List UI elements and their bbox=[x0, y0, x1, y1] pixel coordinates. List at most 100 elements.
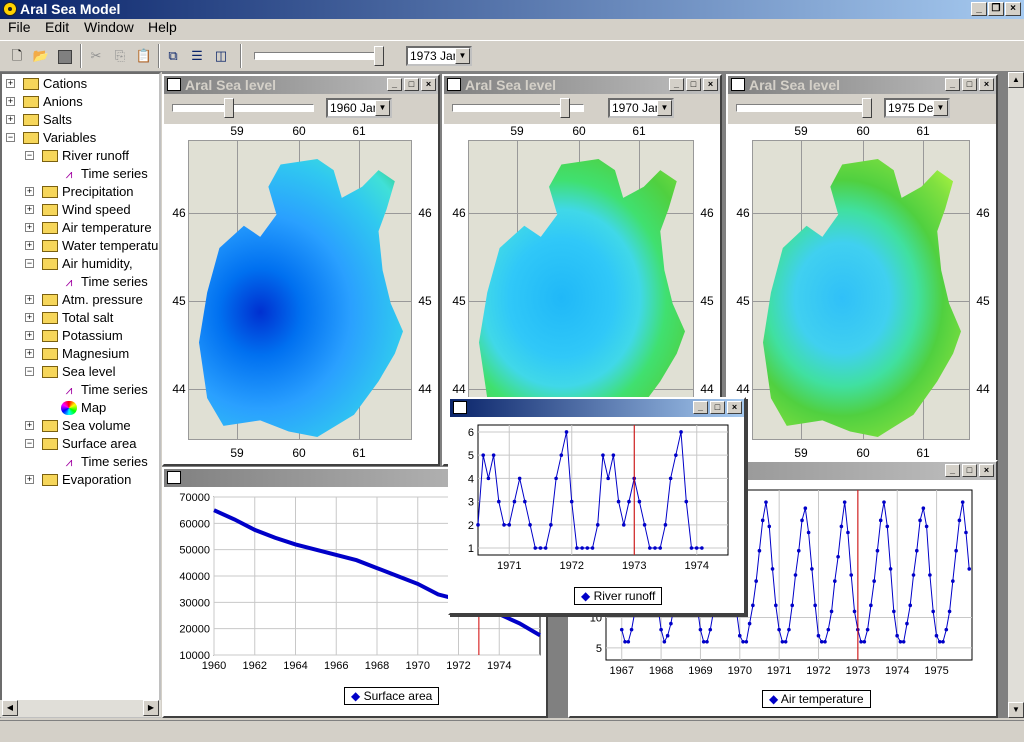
maximize-icon[interactable]: □ bbox=[710, 401, 725, 414]
expand-icon[interactable]: + bbox=[25, 421, 34, 430]
expand-icon[interactable]: + bbox=[6, 115, 15, 124]
window-titlebar[interactable]: _ □ × bbox=[450, 399, 744, 417]
scroll-down-icon[interactable]: ▼ bbox=[1008, 702, 1024, 718]
close-icon[interactable]: × bbox=[979, 464, 994, 477]
chevron-down-icon[interactable]: ▼ bbox=[933, 100, 948, 116]
tree-node-time-series[interactable]: ⩘ Time series bbox=[2, 273, 159, 291]
tree-node-anions[interactable]: + Anions bbox=[2, 93, 159, 111]
scroll-left-icon[interactable]: ◀ bbox=[2, 700, 18, 716]
minimize-icon[interactable]: _ bbox=[693, 401, 708, 414]
tree-node-precipitation[interactable]: + Precipitation bbox=[2, 183, 159, 201]
minimize-icon[interactable]: _ bbox=[945, 464, 960, 477]
window-titlebar[interactable]: Aral Sea level _ □ × bbox=[728, 76, 996, 94]
window-titlebar[interactable]: Aral Sea level _ □ × bbox=[164, 76, 438, 94]
expand-icon[interactable]: + bbox=[6, 79, 15, 88]
chevron-down-icon[interactable]: ▼ bbox=[375, 100, 390, 116]
cascade-windows-icon[interactable]: ⧉ bbox=[162, 45, 184, 67]
close-icon[interactable]: × bbox=[727, 401, 742, 414]
tree-node-time-series[interactable]: ⩘ Time series bbox=[2, 453, 159, 471]
expand-icon[interactable]: + bbox=[25, 205, 34, 214]
minimize-button[interactable]: _ bbox=[971, 2, 987, 16]
copy-icon[interactable]: ⎘ bbox=[109, 45, 131, 67]
tree-node-atm-pressure[interactable]: + Atm. pressure bbox=[2, 291, 159, 309]
time-select[interactable]: 1973 Jan ▼ bbox=[406, 46, 472, 66]
expand-icon[interactable]: + bbox=[25, 313, 34, 322]
chevron-down-icon[interactable]: ▼ bbox=[657, 100, 672, 116]
maximize-icon[interactable]: □ bbox=[404, 78, 419, 91]
tree-node-cations[interactable]: + Cations bbox=[2, 75, 159, 93]
tree-node-time-series[interactable]: ⩘ Time series bbox=[2, 381, 159, 399]
map-date-select[interactable]: 1970 Jan ▼ bbox=[608, 98, 674, 118]
time-slider[interactable] bbox=[254, 46, 390, 66]
minimize-icon[interactable]: _ bbox=[669, 78, 684, 91]
collapse-icon[interactable]: − bbox=[25, 259, 34, 268]
menu-window[interactable]: Window bbox=[84, 19, 134, 35]
slider-thumb[interactable] bbox=[862, 98, 872, 118]
expand-icon[interactable]: + bbox=[6, 97, 15, 106]
new-file-icon[interactable]: 🗋 bbox=[6, 45, 28, 67]
collapse-icon[interactable]: − bbox=[6, 133, 15, 142]
close-icon[interactable]: × bbox=[703, 78, 718, 91]
expand-icon[interactable]: + bbox=[25, 349, 34, 358]
tree-node-potassium[interactable]: + Potassium bbox=[2, 327, 159, 345]
slider-thumb[interactable] bbox=[224, 98, 234, 118]
expand-icon[interactable]: + bbox=[25, 223, 34, 232]
close-button[interactable]: × bbox=[1005, 2, 1021, 16]
expand-icon[interactable]: + bbox=[25, 331, 34, 340]
tile-vertical-icon[interactable]: ◫ bbox=[210, 45, 232, 67]
map-window-3[interactable]: Aral Sea level _ □ × 1975 De ▼ 59 60 61 … bbox=[726, 74, 998, 466]
tile-horizontal-icon[interactable]: ☰ bbox=[186, 45, 208, 67]
maximize-icon[interactable]: □ bbox=[686, 78, 701, 91]
tree-node-wind-speed[interactable]: + Wind speed bbox=[2, 201, 159, 219]
tree-node-map[interactable]: Map bbox=[2, 399, 159, 417]
tree-node-sea-level[interactable]: − Sea level bbox=[2, 363, 159, 381]
minimize-icon[interactable]: _ bbox=[387, 78, 402, 91]
tree-node-air-humidity[interactable]: − Air humidity, bbox=[2, 255, 159, 273]
open-folder-icon[interactable]: 📂 bbox=[30, 45, 52, 67]
minimize-icon[interactable]: _ bbox=[945, 78, 960, 91]
tree-node-water-temperatu[interactable]: + Water temperatu bbox=[2, 237, 159, 255]
slider-thumb[interactable] bbox=[374, 46, 384, 66]
scroll-up-icon[interactable]: ▲ bbox=[1008, 72, 1024, 88]
menu-file[interactable]: File bbox=[8, 19, 31, 35]
map-time-slider[interactable] bbox=[452, 98, 592, 118]
expand-icon[interactable]: + bbox=[25, 241, 34, 250]
maximize-icon[interactable]: □ bbox=[962, 78, 977, 91]
maximize-icon[interactable]: □ bbox=[962, 464, 977, 477]
tree-node-river-runoff[interactable]: − River runoff bbox=[2, 147, 159, 165]
tree-horizontal-scrollbar[interactable]: ◀ ▶ bbox=[0, 700, 161, 717]
collapse-icon[interactable]: − bbox=[25, 367, 34, 376]
tree-node-sea-volume[interactable]: + Sea volume bbox=[2, 417, 159, 435]
chevron-down-icon[interactable]: ▼ bbox=[455, 48, 470, 64]
expand-icon[interactable]: + bbox=[25, 187, 34, 196]
tree-node-evaporation[interactable]: + Evaporation bbox=[2, 471, 159, 489]
map-window-1[interactable]: Aral Sea level _ □ × 1960 Jan ▼ 59 60 61… bbox=[162, 74, 440, 466]
expand-icon[interactable]: + bbox=[25, 295, 34, 304]
paste-icon[interactable]: 📋 bbox=[133, 45, 155, 67]
menu-help[interactable]: Help bbox=[148, 19, 177, 35]
scroll-right-icon[interactable]: ▶ bbox=[143, 700, 159, 716]
collapse-icon[interactable]: − bbox=[25, 439, 34, 448]
slider-thumb[interactable] bbox=[560, 98, 570, 118]
tree-node-variables[interactable]: − Variables bbox=[2, 129, 159, 147]
tree-node-total-salt[interactable]: + Total salt bbox=[2, 309, 159, 327]
expand-icon[interactable]: + bbox=[25, 475, 34, 484]
close-icon[interactable]: × bbox=[979, 78, 994, 91]
menu-edit[interactable]: Edit bbox=[45, 19, 69, 35]
tree-node-time-series[interactable]: ⩘ Time series bbox=[2, 165, 159, 183]
map-date-select[interactable]: 1960 Jan ▼ bbox=[326, 98, 392, 118]
river-runoff-window[interactable]: _ □ × 1971 1972 1973 1974 6 5 4 3 2 1 ◆ River run… bbox=[448, 397, 746, 615]
tree-node-magnesium[interactable]: + Magnesium bbox=[2, 345, 159, 363]
map-date-select[interactable]: 1975 De ▼ bbox=[884, 98, 950, 118]
close-icon[interactable]: × bbox=[421, 78, 436, 91]
tree-node-salts[interactable]: + Salts bbox=[2, 111, 159, 129]
workspace-vertical-scrollbar[interactable]: ▲ ▼ bbox=[1008, 72, 1024, 718]
tree-node-air-temperature[interactable]: + Air temperature bbox=[2, 219, 159, 237]
map-time-slider[interactable] bbox=[172, 98, 322, 118]
cut-icon[interactable]: ✂ bbox=[85, 45, 107, 67]
tree-node-surface-area[interactable]: − Surface area bbox=[2, 435, 159, 453]
collapse-icon[interactable]: − bbox=[25, 151, 34, 160]
window-titlebar[interactable]: Aral Sea level _ □ × bbox=[444, 76, 720, 94]
stop-button[interactable] bbox=[54, 45, 76, 67]
map-time-slider[interactable] bbox=[736, 98, 876, 118]
